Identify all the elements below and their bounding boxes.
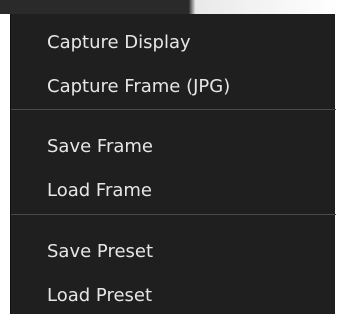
menu-item-label: Load Frame xyxy=(47,179,152,201)
menu-item-save-preset[interactable]: Save Preset xyxy=(11,229,336,273)
menu-item-label: Capture Display xyxy=(47,31,191,53)
menu-item-label: Save Frame xyxy=(47,135,153,157)
menu-item-label: Load Preset xyxy=(47,284,153,306)
menu-item-load-preset[interactable]: Load Preset xyxy=(11,273,336,314)
background-window-edge xyxy=(0,0,337,14)
menu-item-label: Capture Frame (JPG) xyxy=(47,75,231,97)
menu-separator xyxy=(11,214,336,215)
menu-item-capture-display[interactable]: Capture Display xyxy=(11,20,336,64)
menu-item-load-frame[interactable]: Load Frame xyxy=(11,168,336,212)
menu-separator xyxy=(11,109,336,110)
menu-item-label: Save Preset xyxy=(47,240,154,262)
menu-item-capture-frame-jpg[interactable]: Capture Frame (JPG) xyxy=(11,64,336,108)
screen: Capture Display Capture Frame (JPG) Save… xyxy=(0,0,337,314)
context-menu: Capture Display Capture Frame (JPG) Save… xyxy=(10,14,336,314)
menu-item-save-frame[interactable]: Save Frame xyxy=(11,124,336,168)
